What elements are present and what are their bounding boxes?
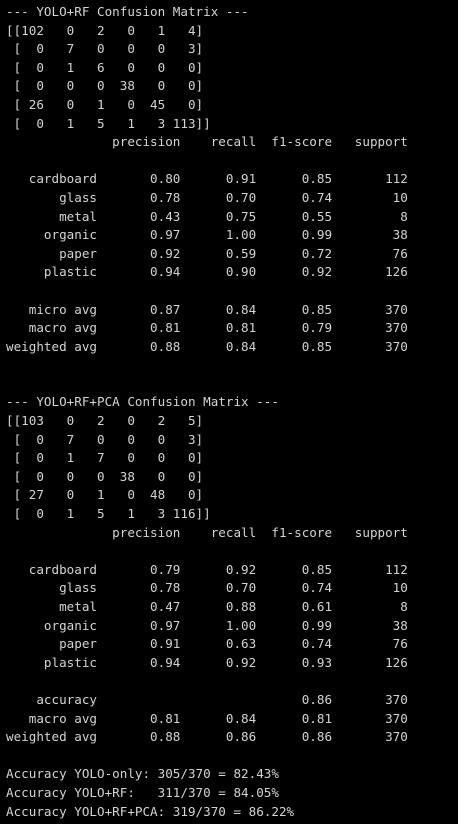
terminal-line: metal 0.47 0.88 0.61 8 — [6, 599, 408, 614]
terminal-line: [ 0 0 0 38 0 0] — [6, 468, 204, 484]
terminal-line: Accuracy YOLO+RF+PCA: 319/370 = 86.22% — [6, 803, 295, 819]
terminal-line: cardboard 0.79 0.92 0.85 112 — [6, 561, 408, 577]
terminal-line: [ 0 7 0 0 0 3] — [6, 41, 204, 57]
terminal-line: precision recall f1-score support — [6, 134, 408, 150]
terminal-line: [[103 0 2 0 2 5] — [6, 413, 204, 429]
terminal-line: [ 27 0 1 0 48 0] — [6, 487, 204, 503]
terminal-line: [ 0 1 5 1 3 116]] — [6, 506, 211, 522]
terminal-line: [ 0 1 5 1 3 113]] — [6, 115, 211, 131]
terminal-line: Accuracy YOLO-only: 305/370 = 82.43% — [6, 766, 279, 782]
terminal-line: macro avg 0.81 0.81 0.79 370 — [6, 320, 408, 336]
terminal-line: plastic 0.94 0.92 0.93 126 — [6, 654, 408, 670]
terminal-line: paper 0.91 0.63 0.74 76 — [6, 636, 408, 652]
terminal-line: Accuracy YOLO+RF: 311/370 = 84.05% — [6, 784, 279, 800]
terminal-line: [ 0 1 7 0 0 0] — [6, 450, 204, 466]
terminal-line: glass 0.78 0.70 0.74 10 — [6, 580, 408, 596]
terminal-line: [ 0 7 0 0 0 3] — [6, 431, 204, 447]
terminal-line: [ 0 1 6 0 0 0] — [6, 59, 204, 75]
terminal-line: organic 0.97 1.00 0.99 38 — [6, 227, 408, 243]
terminal-output[interactable]: --- YOLO+RF Confusion Matrix --- [[102 0 … — [6, 3, 456, 824]
terminal-line: organic 0.97 1.00 0.99 38 — [6, 617, 408, 633]
terminal-line: --- YOLO+RF+PCA Confusion Matrix --- — [6, 394, 279, 410]
terminal-line: [[102 0 2 0 1 4] — [6, 22, 204, 38]
terminal-line: [ 0 0 0 38 0 0] — [6, 78, 204, 94]
terminal-line: weighted avg 0.88 0.86 0.86 370 — [6, 729, 408, 745]
terminal-line: macro avg 0.81 0.84 0.81 370 — [6, 710, 408, 726]
terminal-line: metal 0.43 0.75 0.55 8 — [6, 208, 408, 224]
terminal-line: accuracy 0.86 370 — [6, 691, 408, 707]
terminal-line: precision recall f1-score support — [6, 524, 408, 540]
terminal-line: glass 0.78 0.70 0.74 10 — [6, 189, 408, 205]
terminal-line: cardboard 0.80 0.91 0.85 112 — [6, 171, 408, 187]
terminal-line: --- YOLO+RF Confusion Matrix --- — [6, 4, 249, 19]
terminal-line: [ 26 0 1 0 45 0] — [6, 96, 204, 112]
terminal-line: paper 0.92 0.59 0.72 76 — [6, 245, 408, 261]
terminal-line: micro avg 0.87 0.84 0.85 370 — [6, 301, 408, 317]
terminal-line: weighted avg 0.88 0.84 0.85 370 — [6, 338, 408, 354]
terminal-line: plastic 0.94 0.90 0.92 126 — [6, 264, 408, 280]
